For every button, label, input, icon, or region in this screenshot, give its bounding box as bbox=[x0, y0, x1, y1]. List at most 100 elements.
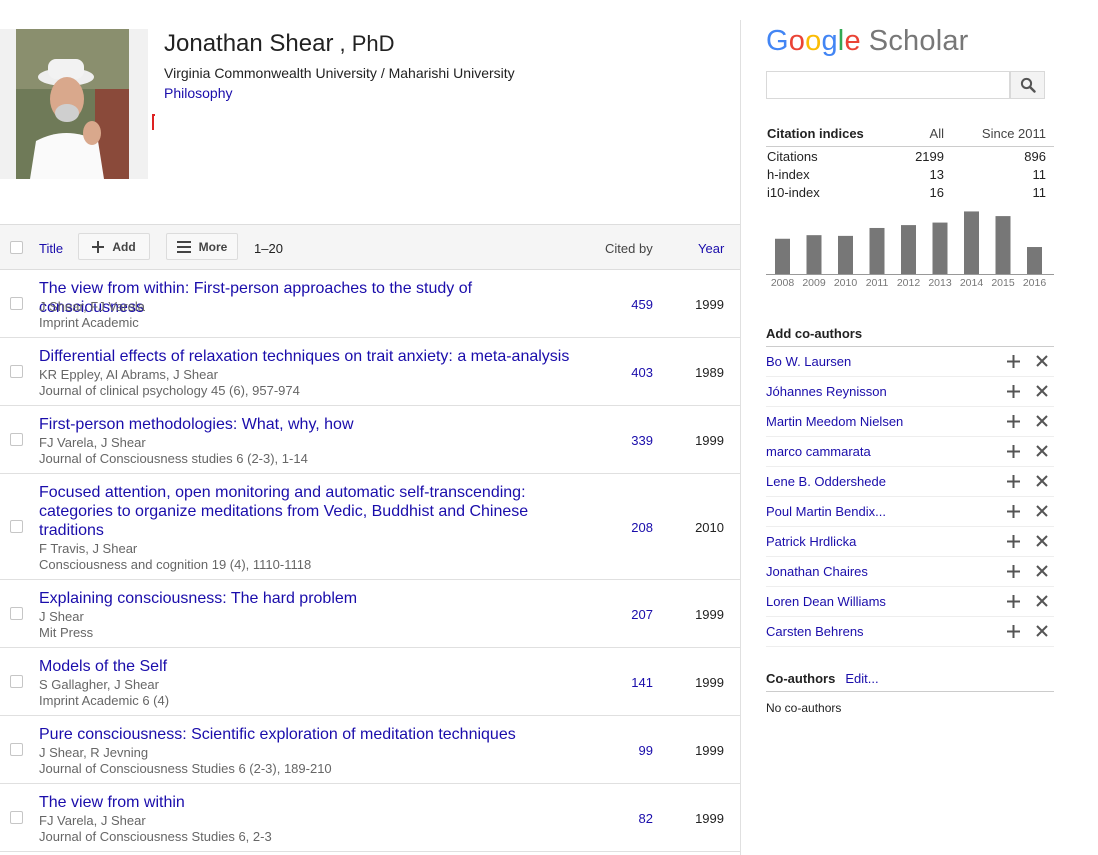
search-button[interactable] bbox=[1010, 71, 1045, 99]
citation-label: i10-index bbox=[767, 185, 820, 200]
sort-by-cited-link[interactable]: Cited by bbox=[605, 241, 653, 256]
dismiss-coauthor-close-icon[interactable] bbox=[1036, 355, 1048, 367]
article-cited-by-link[interactable]: 82 bbox=[639, 811, 653, 826]
article-checkbox[interactable] bbox=[10, 607, 23, 620]
coauthor-name-link[interactable]: Carsten Behrens bbox=[766, 624, 864, 639]
google-logo-letter: e bbox=[844, 25, 861, 57]
select-all-checkbox[interactable] bbox=[10, 241, 23, 254]
add-coauthor-plus-icon[interactable] bbox=[1007, 505, 1020, 518]
dismiss-coauthor-close-icon[interactable] bbox=[1036, 625, 1048, 637]
dismiss-coauthor-close-icon[interactable] bbox=[1036, 475, 1048, 487]
coauthor-name-link[interactable]: Lene B. Oddershede bbox=[766, 474, 886, 489]
article-cited-by-link[interactable]: 459 bbox=[631, 297, 653, 312]
chart-bar-2014[interactable] bbox=[964, 211, 979, 274]
chart-tick-label: 2009 bbox=[802, 277, 826, 289]
article-cited-by-link[interactable]: 141 bbox=[631, 675, 653, 690]
coauthor-name-link[interactable]: Poul Martin Bendix... bbox=[766, 504, 886, 519]
chart-bar-2008[interactable] bbox=[775, 238, 790, 274]
chart-bar-2009[interactable] bbox=[806, 235, 822, 274]
article-year: 1999 bbox=[695, 297, 724, 312]
citation-label: h-index bbox=[767, 167, 810, 182]
google-scholar-logo[interactable]: Google Scholar bbox=[766, 25, 969, 58]
article-row: The view from within: First-person appro… bbox=[0, 270, 740, 338]
menu-icon bbox=[176, 240, 191, 253]
citation-row: Citations 2199 896 bbox=[766, 147, 1054, 165]
article-title-link[interactable]: Differential effects of relaxation techn… bbox=[39, 347, 579, 366]
coauthor-name-link[interactable]: Bo W. Laursen bbox=[766, 354, 851, 369]
citation-since: 11 bbox=[1032, 167, 1047, 182]
article-checkbox[interactable] bbox=[10, 811, 23, 824]
search-input[interactable] bbox=[766, 71, 1010, 99]
chart-tick-label: 2013 bbox=[928, 277, 952, 289]
profile-photo[interactable] bbox=[0, 29, 148, 179]
dismiss-coauthor-close-icon[interactable] bbox=[1036, 445, 1048, 457]
add-coauthor-plus-icon[interactable] bbox=[1007, 385, 1020, 398]
coauthor-name-link[interactable]: Jóhannes Reynisson bbox=[766, 384, 887, 399]
article-title-link[interactable]: The view from within bbox=[39, 793, 579, 812]
add-coauthor-plus-icon[interactable] bbox=[1007, 625, 1020, 638]
coauthor-name-link[interactable]: Martin Meedom Nielsen bbox=[766, 414, 903, 429]
article-venue: Journal of clinical psychology 45 (6), 9… bbox=[39, 383, 300, 398]
google-logo-letter: g bbox=[821, 25, 838, 57]
profile-header: Jonathan Shear, PhD Virginia Commonwealt… bbox=[0, 0, 740, 224]
dismiss-coauthor-close-icon[interactable] bbox=[1036, 565, 1048, 577]
add-coauthor-plus-icon[interactable] bbox=[1007, 535, 1020, 548]
article-title-link[interactable]: Explaining consciousness: The hard probl… bbox=[39, 589, 579, 608]
citation-indices-title: Citation indices bbox=[767, 126, 864, 141]
dismiss-coauthor-close-icon[interactable] bbox=[1036, 385, 1048, 397]
coauthor-name-link[interactable]: Patrick Hrdlicka bbox=[766, 534, 856, 549]
article-checkbox[interactable] bbox=[10, 365, 23, 378]
articles-table-header: Title Add More 1–20 Cited by Year bbox=[0, 224, 740, 270]
add-coauthor-plus-icon[interactable] bbox=[1007, 475, 1020, 488]
article-year: 1999 bbox=[695, 607, 724, 622]
add-coauthor-plus-icon[interactable] bbox=[1007, 415, 1020, 428]
coauthor-name-link[interactable]: Jonathan Chaires bbox=[766, 564, 868, 579]
coauthor-name-link[interactable]: marco cammarata bbox=[766, 444, 871, 459]
dismiss-coauthor-close-icon[interactable] bbox=[1036, 535, 1048, 547]
dismiss-coauthor-close-icon[interactable] bbox=[1036, 595, 1048, 607]
article-authors: FJ Varela, J Shear bbox=[39, 813, 146, 828]
article-checkbox[interactable] bbox=[10, 675, 23, 688]
article-authors: J Shear, FJ Varela bbox=[39, 299, 145, 314]
add-coauthor-plus-icon[interactable] bbox=[1007, 565, 1020, 578]
chart-bar-2013[interactable] bbox=[932, 222, 948, 274]
article-cited-by-link[interactable]: 403 bbox=[631, 365, 653, 380]
dismiss-coauthor-close-icon[interactable] bbox=[1036, 505, 1048, 517]
more-actions-button[interactable]: More bbox=[166, 233, 238, 260]
chart-bar-2011[interactable] bbox=[869, 227, 885, 274]
article-cited-by-link[interactable]: 339 bbox=[631, 433, 653, 448]
add-article-button[interactable]: Add bbox=[78, 233, 150, 260]
article-checkbox[interactable] bbox=[10, 743, 23, 756]
article-cited-by-link[interactable]: 99 bbox=[639, 743, 653, 758]
add-coauthor-plus-icon[interactable] bbox=[1007, 445, 1020, 458]
add-coauthor-plus-icon[interactable] bbox=[1007, 355, 1020, 368]
article-checkbox[interactable] bbox=[10, 297, 23, 310]
chart-bar-2010[interactable] bbox=[838, 235, 853, 274]
chart-tick-label: 2016 bbox=[1023, 277, 1047, 289]
article-venue: Journal of Consciousness studies 6 (2-3)… bbox=[39, 451, 308, 466]
chart-tick-label: 2015 bbox=[991, 277, 1015, 289]
coauthor-suggestion: Martin Meedom Nielsen bbox=[766, 407, 1054, 437]
chart-bar-2012[interactable] bbox=[901, 225, 916, 274]
article-title-link[interactable]: Models of the Self bbox=[39, 657, 579, 676]
article-checkbox[interactable] bbox=[10, 520, 23, 533]
chart-bar-2016[interactable] bbox=[1027, 247, 1042, 274]
add-coauthor-plus-icon[interactable] bbox=[1007, 595, 1020, 608]
sort-by-title-link[interactable]: Title bbox=[39, 241, 63, 256]
article-cited-by-link[interactable]: 208 bbox=[631, 520, 653, 535]
article-title-link[interactable]: First-person methodologies: What, why, h… bbox=[39, 415, 579, 434]
no-coauthors-text: No co-authors bbox=[766, 701, 842, 715]
article-title-link[interactable]: Pure consciousness: Scientific explorati… bbox=[39, 725, 579, 744]
article-venue: Journal of Consciousness Studies 6 (2-3)… bbox=[39, 761, 332, 776]
article-checkbox[interactable] bbox=[10, 433, 23, 446]
sort-by-year-link[interactable]: Year bbox=[698, 241, 724, 256]
chart-bar-2015[interactable] bbox=[995, 216, 1011, 274]
article-cited-by-link[interactable]: 207 bbox=[631, 607, 653, 622]
article-title-link[interactable]: Focused attention, open monitoring and a… bbox=[39, 483, 539, 540]
coauthor-name-link[interactable]: Loren Dean Williams bbox=[766, 594, 886, 609]
article-authors: J Shear, R Jevning bbox=[39, 745, 149, 760]
dismiss-coauthor-close-icon[interactable] bbox=[1036, 415, 1048, 427]
profile-field-link[interactable]: Philosophy bbox=[164, 85, 233, 101]
article-authors: FJ Varela, J Shear bbox=[39, 435, 146, 450]
edit-coauthors-link[interactable]: Edit... bbox=[845, 671, 878, 686]
